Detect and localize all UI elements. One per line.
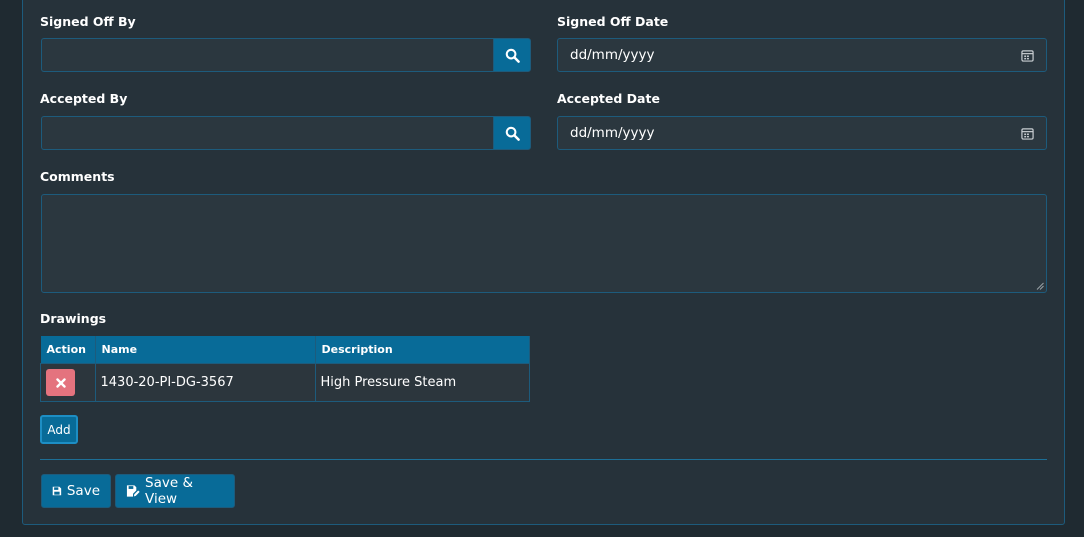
search-icon xyxy=(505,48,520,63)
save-and-view-button-label: Save & View xyxy=(145,475,194,507)
signed-off-date-label: Signed Off Date xyxy=(557,14,669,29)
save-and-view-button[interactable]: Save & View xyxy=(115,474,235,508)
save-button-label: Save xyxy=(66,483,100,499)
edit-document-icon xyxy=(126,485,140,497)
signed-off-date-input[interactable]: dd/mm/yyyy xyxy=(557,38,1047,72)
column-header-name: Name xyxy=(95,336,316,364)
signed-off-by-search-button[interactable] xyxy=(493,38,531,72)
accepted-date-label: Accepted Date xyxy=(557,91,660,106)
divider xyxy=(40,459,1047,460)
close-icon xyxy=(55,377,66,388)
signed-off-by-input[interactable] xyxy=(41,38,493,72)
action-cell xyxy=(40,363,96,402)
calendar-icon[interactable] xyxy=(1021,127,1034,140)
column-header-action: Action xyxy=(40,336,96,364)
resize-grip-icon[interactable] xyxy=(1036,282,1044,290)
calendar-icon[interactable] xyxy=(1021,49,1034,62)
accepted-by-label: Accepted By xyxy=(40,91,128,106)
signed-off-by-label: Signed Off By xyxy=(40,14,136,29)
signed-off-by-group xyxy=(41,38,531,72)
drawings-table: Action Name Description 1430-20-PI-DG-35… xyxy=(40,336,530,402)
comments-label: Comments xyxy=(40,169,115,184)
drawings-label: Drawings xyxy=(40,311,107,326)
accepted-by-input[interactable] xyxy=(41,116,493,150)
accepted-date-placeholder: dd/mm/yyyy xyxy=(570,125,655,141)
floppy-disk-icon xyxy=(52,486,62,496)
accepted-by-group xyxy=(41,116,531,150)
drawing-description-cell: High Pressure Steam xyxy=(314,363,530,402)
delete-row-button[interactable] xyxy=(46,369,75,396)
signed-off-date-placeholder: dd/mm/yyyy xyxy=(570,47,655,63)
table-row: 1430-20-PI-DG-3567 High Pressure Steam xyxy=(40,363,530,402)
comments-textarea[interactable] xyxy=(41,194,1047,293)
drawing-name-cell: 1430-20-PI-DG-3567 xyxy=(94,363,316,402)
search-icon xyxy=(505,126,520,141)
add-drawing-button[interactable]: Add xyxy=(40,415,78,444)
accepted-date-input[interactable]: dd/mm/yyyy xyxy=(557,116,1047,150)
table-header-row: Action Name Description xyxy=(40,336,530,364)
save-button[interactable]: Save xyxy=(41,474,111,508)
column-header-description: Description xyxy=(315,336,530,364)
accepted-by-search-button[interactable] xyxy=(493,116,531,150)
